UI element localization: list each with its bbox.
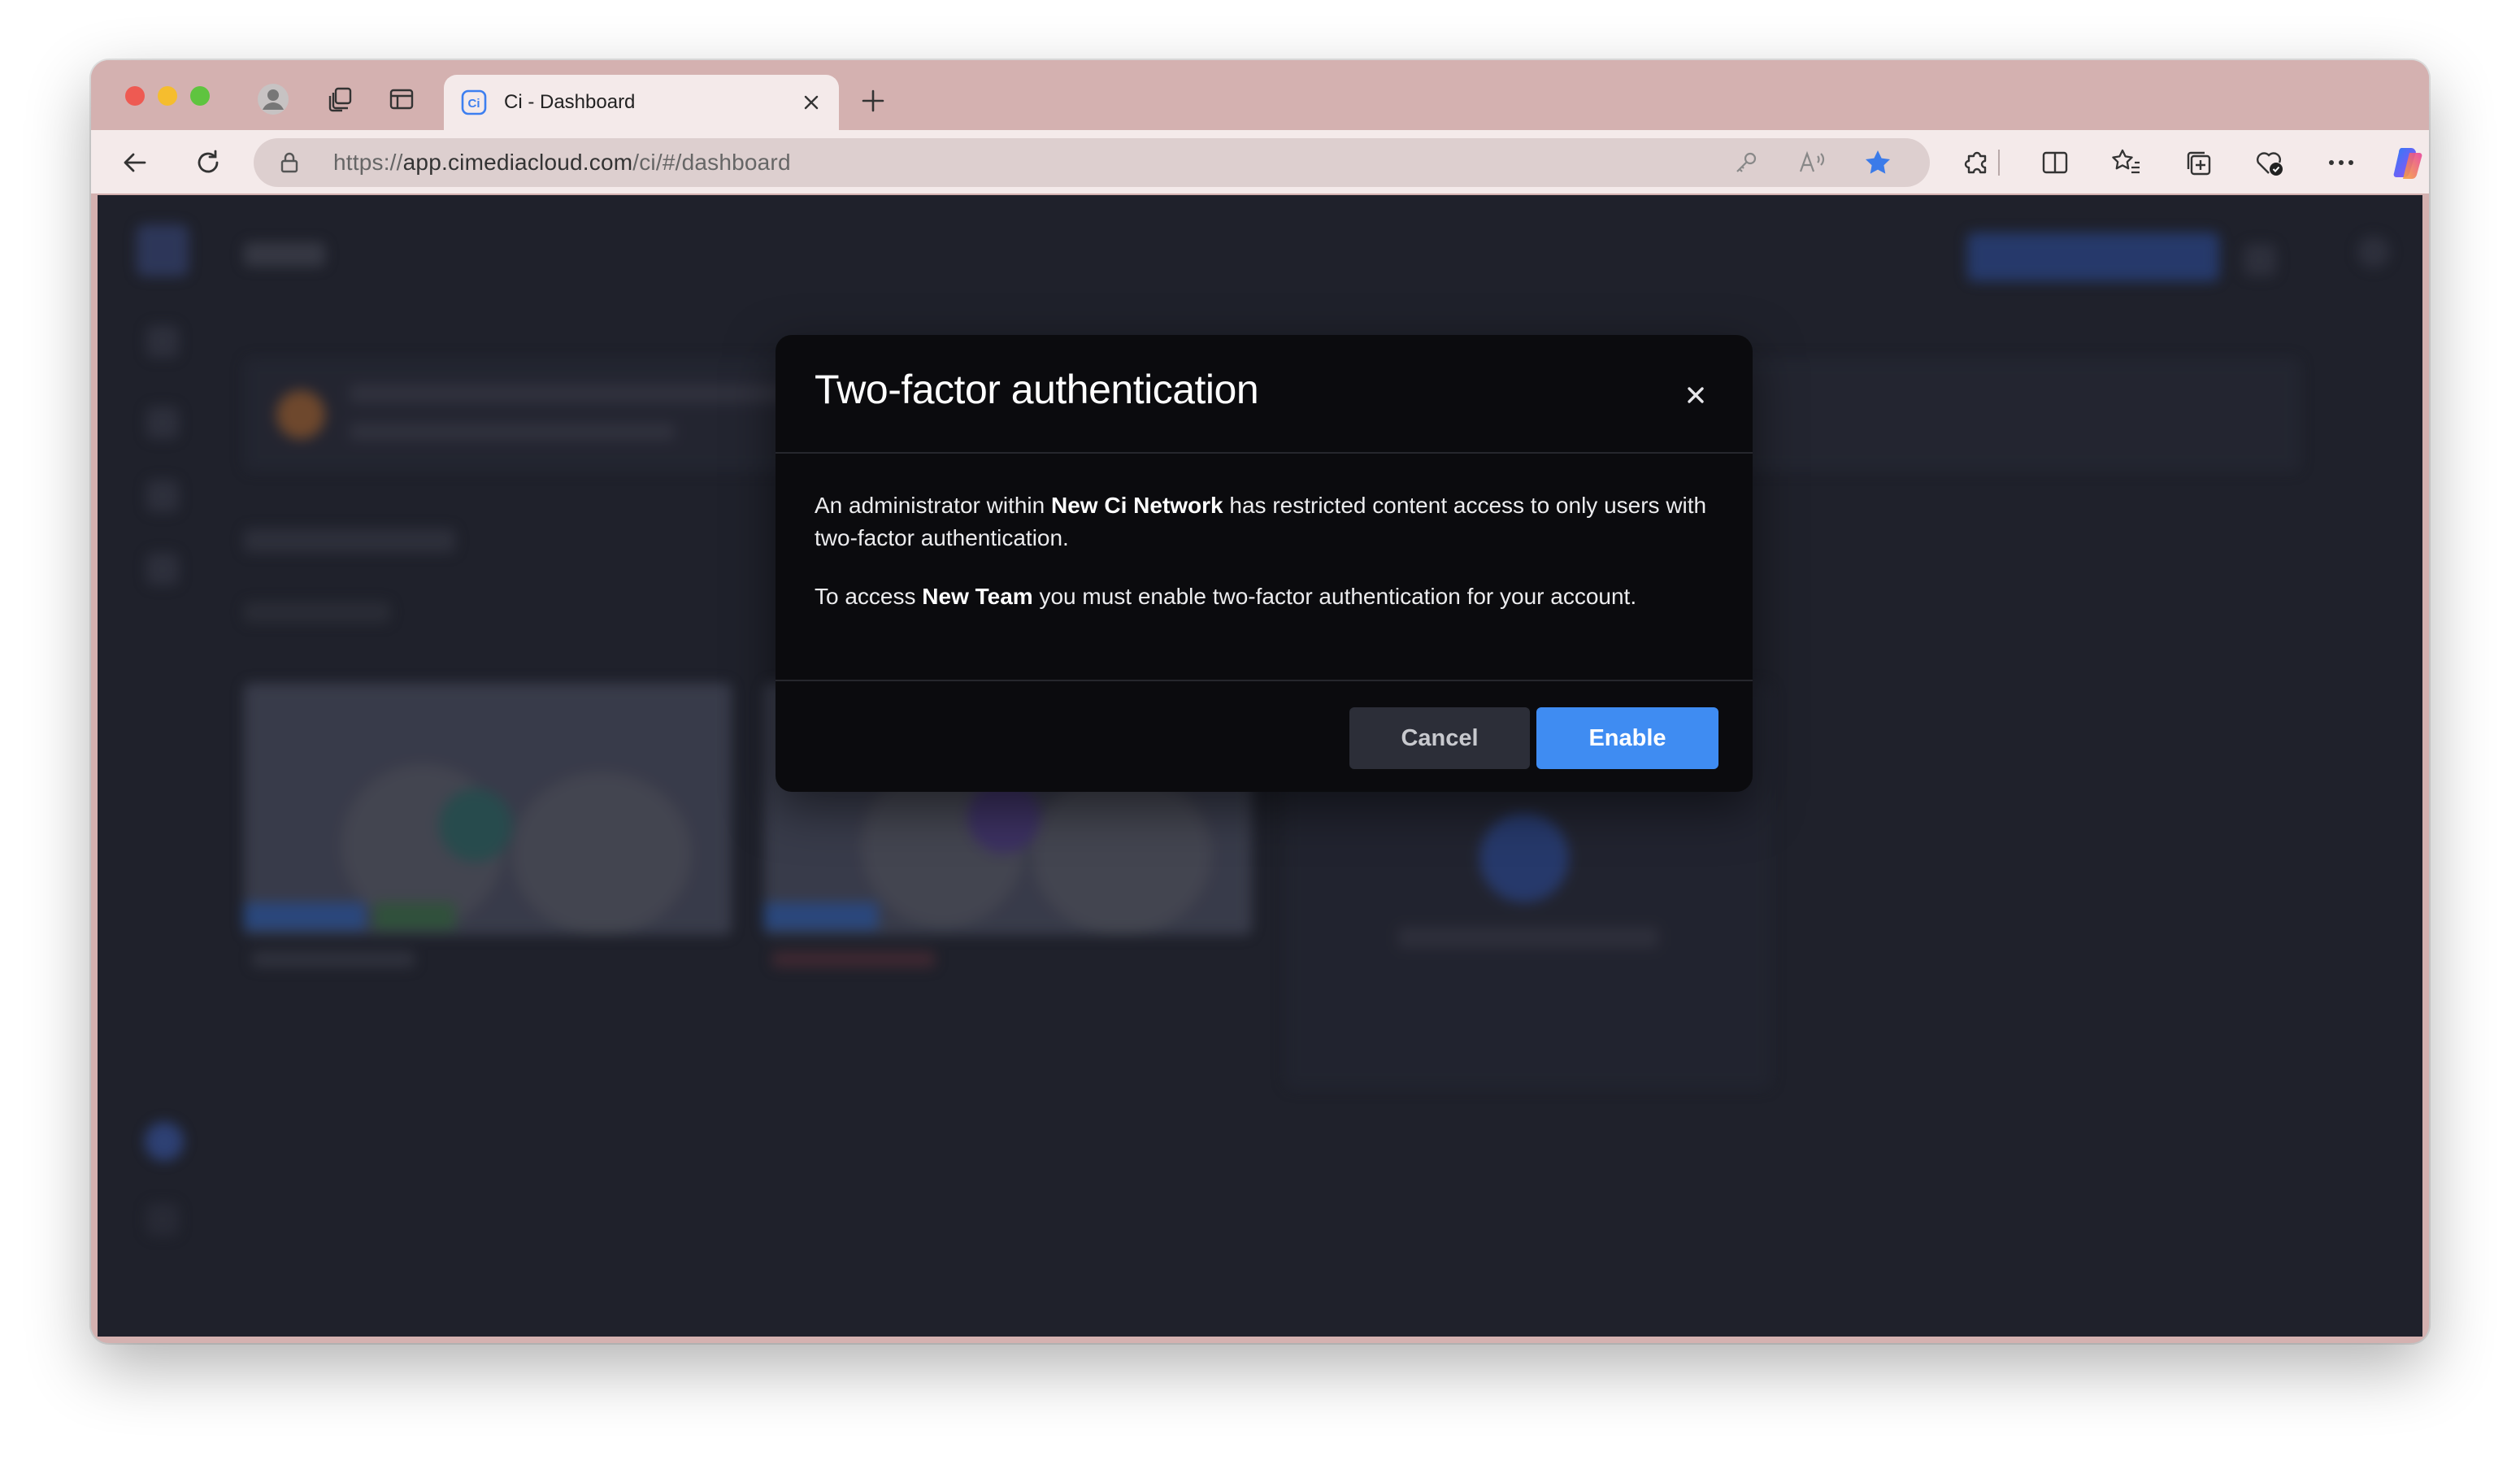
enable-button[interactable]: Enable bbox=[1536, 707, 1718, 769]
url-prefix: https:// bbox=[333, 150, 403, 175]
favorite-star-icon[interactable] bbox=[1862, 146, 1894, 179]
tab-strip: Ci Ci - Dashboard bbox=[91, 60, 2429, 130]
two-factor-modal: Two-factor authentication An administrat… bbox=[776, 335, 1753, 792]
modal-header: Two-factor authentication bbox=[776, 335, 1753, 454]
maximize-window-button[interactable] bbox=[190, 86, 210, 106]
tab-close-icon[interactable] bbox=[795, 86, 828, 119]
split-screen-icon[interactable] bbox=[2037, 145, 2073, 180]
lock-icon[interactable] bbox=[278, 151, 301, 174]
cancel-button[interactable]: Cancel bbox=[1349, 707, 1530, 769]
vertical-tabs-icon[interactable] bbox=[384, 81, 419, 117]
modal-body: An administrator within New Ci Network h… bbox=[815, 489, 1717, 613]
modal-message-restriction: An administrator within New Ci Network h… bbox=[815, 489, 1717, 554]
browser-essentials-icon[interactable] bbox=[2252, 145, 2288, 180]
minimize-window-button[interactable] bbox=[158, 86, 177, 106]
read-aloud-icon[interactable] bbox=[1797, 146, 1829, 179]
browser-toolbar: https://app.cimediacloud.com/ci/#/dashbo… bbox=[91, 130, 2429, 193]
more-icon[interactable] bbox=[2323, 145, 2359, 180]
modal-message-instruction: To access New Team you must enable two-f… bbox=[815, 580, 1717, 613]
modal-footer: Cancel Enable bbox=[776, 680, 1753, 792]
url-host: app.cimediacloud.com bbox=[402, 150, 633, 175]
team-name: New Team bbox=[922, 584, 1033, 609]
message-text: you must enable two-factor authenticatio… bbox=[1032, 584, 1637, 609]
collections-icon[interactable] bbox=[2180, 145, 2216, 180]
refresh-icon[interactable] bbox=[189, 143, 228, 182]
favorites-icon[interactable] bbox=[2109, 145, 2144, 180]
url-text[interactable]: https://app.cimediacloud.com/ci/#/dashbo… bbox=[333, 150, 791, 176]
message-text: An administrator within bbox=[815, 493, 1052, 518]
message-text: To access bbox=[815, 584, 923, 609]
modal-close-icon[interactable] bbox=[1678, 377, 1714, 413]
workspaces-icon[interactable] bbox=[324, 81, 359, 117]
ci-favicon-icon: Ci bbox=[460, 89, 488, 116]
address-bar[interactable]: https://app.cimediacloud.com/ci/#/dashbo… bbox=[254, 138, 1930, 187]
toolbar-separator bbox=[1998, 150, 2000, 176]
new-tab-icon[interactable] bbox=[855, 83, 891, 119]
browser-window: Ci Ci - Dashboard https://app.cimediaclo… bbox=[91, 60, 2429, 1343]
back-icon[interactable] bbox=[115, 143, 154, 182]
extensions-icon[interactable] bbox=[1959, 145, 1995, 180]
page-content: Two-factor authentication An administrat… bbox=[98, 195, 2422, 1337]
key-icon[interactable] bbox=[1730, 146, 1762, 179]
modal-title: Two-factor authentication bbox=[815, 367, 1259, 412]
network-name: New Ci Network bbox=[1051, 493, 1223, 518]
svg-text:Ci: Ci bbox=[468, 97, 480, 111]
tab-ci-dashboard[interactable]: Ci Ci - Dashboard bbox=[444, 75, 839, 130]
tab-title: Ci - Dashboard bbox=[504, 91, 636, 113]
profile-icon[interactable] bbox=[255, 81, 291, 117]
close-window-button[interactable] bbox=[125, 86, 145, 106]
url-path: /ci/#/dashboard bbox=[632, 150, 791, 175]
copilot-icon[interactable] bbox=[2390, 145, 2426, 180]
